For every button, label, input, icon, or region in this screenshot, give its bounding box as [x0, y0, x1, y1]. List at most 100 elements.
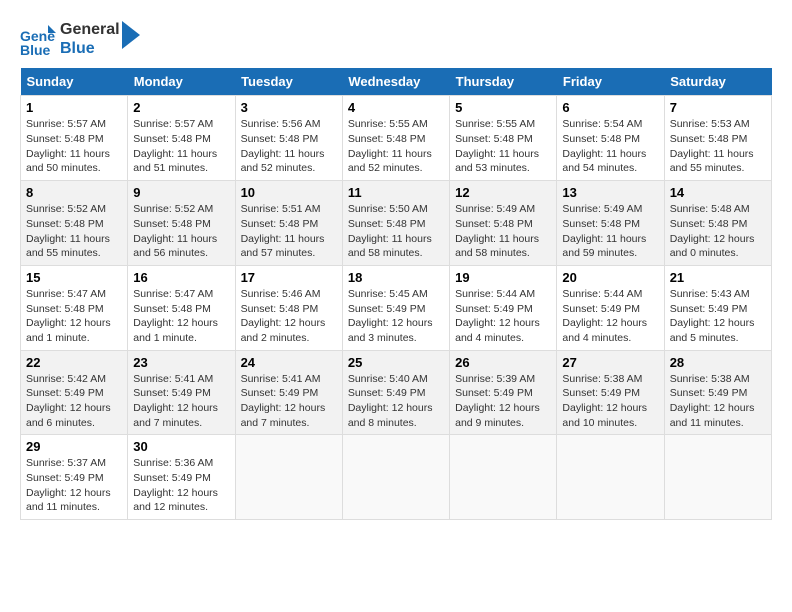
day-number: 21: [670, 270, 766, 285]
day-number: 25: [348, 355, 444, 370]
day-info: Sunrise: 5:44 AM Sunset: 5:49 PM Dayligh…: [455, 287, 551, 346]
day-number: 16: [133, 270, 229, 285]
day-number: 8: [26, 185, 122, 200]
calendar-cell: 27 Sunrise: 5:38 AM Sunset: 5:49 PM Dayli…: [557, 350, 664, 435]
day-info: Sunrise: 5:50 AM Sunset: 5:48 PM Dayligh…: [348, 202, 444, 261]
day-number: 17: [241, 270, 337, 285]
calendar-cell: 5 Sunrise: 5:55 AM Sunset: 5:48 PM Daylig…: [450, 96, 557, 181]
calendar-cell: 16 Sunrise: 5:47 AM Sunset: 5:48 PM Dayli…: [128, 265, 235, 350]
day-number: 26: [455, 355, 551, 370]
calendar-cell: 14 Sunrise: 5:48 AM Sunset: 5:48 PM Dayli…: [664, 181, 771, 266]
day-info: Sunrise: 5:36 AM Sunset: 5:49 PM Dayligh…: [133, 456, 229, 515]
calendar-table: SundayMondayTuesdayWednesdayThursdayFrid…: [20, 68, 772, 520]
calendar-cell: 4 Sunrise: 5:55 AM Sunset: 5:48 PM Daylig…: [342, 96, 449, 181]
logo: General Blue General Blue: [20, 20, 140, 58]
logo-arrow-icon: [122, 21, 140, 49]
day-number: 14: [670, 185, 766, 200]
day-info: Sunrise: 5:57 AM Sunset: 5:48 PM Dayligh…: [26, 117, 122, 176]
day-info: Sunrise: 5:41 AM Sunset: 5:49 PM Dayligh…: [241, 372, 337, 431]
day-number: 10: [241, 185, 337, 200]
calendar-cell: 30 Sunrise: 5:36 AM Sunset: 5:49 PM Dayli…: [128, 435, 235, 520]
calendar-cell: 12 Sunrise: 5:49 AM Sunset: 5:48 PM Dayli…: [450, 181, 557, 266]
calendar-cell: 19 Sunrise: 5:44 AM Sunset: 5:49 PM Dayli…: [450, 265, 557, 350]
day-info: Sunrise: 5:47 AM Sunset: 5:48 PM Dayligh…: [26, 287, 122, 346]
calendar-cell: 25 Sunrise: 5:40 AM Sunset: 5:49 PM Dayli…: [342, 350, 449, 435]
calendar-cell: 8 Sunrise: 5:52 AM Sunset: 5:48 PM Daylig…: [21, 181, 128, 266]
calendar-cell: 18 Sunrise: 5:45 AM Sunset: 5:49 PM Dayli…: [342, 265, 449, 350]
column-header-saturday: Saturday: [664, 68, 771, 96]
calendar-cell: 3 Sunrise: 5:56 AM Sunset: 5:48 PM Daylig…: [235, 96, 342, 181]
calendar-cell: 20 Sunrise: 5:44 AM Sunset: 5:49 PM Dayli…: [557, 265, 664, 350]
calendar-cell: 6 Sunrise: 5:54 AM Sunset: 5:48 PM Daylig…: [557, 96, 664, 181]
calendar-cell: [450, 435, 557, 520]
calendar-cell: 17 Sunrise: 5:46 AM Sunset: 5:48 PM Dayli…: [235, 265, 342, 350]
day-number: 11: [348, 185, 444, 200]
column-header-wednesday: Wednesday: [342, 68, 449, 96]
day-info: Sunrise: 5:49 AM Sunset: 5:48 PM Dayligh…: [455, 202, 551, 261]
calendar-cell: 1 Sunrise: 5:57 AM Sunset: 5:48 PM Daylig…: [21, 96, 128, 181]
day-info: Sunrise: 5:45 AM Sunset: 5:49 PM Dayligh…: [348, 287, 444, 346]
day-number: 19: [455, 270, 551, 285]
column-header-thursday: Thursday: [450, 68, 557, 96]
logo-icon: General Blue: [20, 21, 56, 57]
day-number: 23: [133, 355, 229, 370]
day-info: Sunrise: 5:39 AM Sunset: 5:49 PM Dayligh…: [455, 372, 551, 431]
day-number: 24: [241, 355, 337, 370]
day-info: Sunrise: 5:42 AM Sunset: 5:49 PM Dayligh…: [26, 372, 122, 431]
day-info: Sunrise: 5:40 AM Sunset: 5:49 PM Dayligh…: [348, 372, 444, 431]
day-number: 3: [241, 100, 337, 115]
calendar-cell: 13Sunrise: 5:49 AM Sunset: 5:48 PM Dayli…: [557, 181, 664, 266]
calendar-cell: 21 Sunrise: 5:43 AM Sunset: 5:49 PM Dayli…: [664, 265, 771, 350]
day-info: Sunrise: 5:38 AM Sunset: 5:49 PM Dayligh…: [562, 372, 658, 431]
day-number: 13: [562, 185, 658, 200]
calendar-cell: [664, 435, 771, 520]
day-number: 29: [26, 439, 122, 454]
day-info: Sunrise: 5:47 AM Sunset: 5:48 PM Dayligh…: [133, 287, 229, 346]
day-number: 15: [26, 270, 122, 285]
day-number: 18: [348, 270, 444, 285]
day-info: Sunrise: 5:38 AM Sunset: 5:49 PM Dayligh…: [670, 372, 766, 431]
calendar-cell: 9 Sunrise: 5:52 AM Sunset: 5:48 PM Daylig…: [128, 181, 235, 266]
calendar-cell: 24 Sunrise: 5:41 AM Sunset: 5:49 PM Dayli…: [235, 350, 342, 435]
day-number: 5: [455, 100, 551, 115]
day-number: 12: [455, 185, 551, 200]
calendar-cell: 10Sunrise: 5:51 AM Sunset: 5:48 PM Dayli…: [235, 181, 342, 266]
day-number: 7: [670, 100, 766, 115]
header-row: SundayMondayTuesdayWednesdayThursdayFrid…: [21, 68, 772, 96]
calendar-cell: 2Sunrise: 5:57 AM Sunset: 5:48 PM Daylig…: [128, 96, 235, 181]
calendar-cell: 7 Sunrise: 5:53 AM Sunset: 5:48 PM Daylig…: [664, 96, 771, 181]
logo-general: General: [60, 20, 120, 39]
week-row-1: 1 Sunrise: 5:57 AM Sunset: 5:48 PM Daylig…: [21, 96, 772, 181]
day-info: Sunrise: 5:56 AM Sunset: 5:48 PM Dayligh…: [241, 117, 337, 176]
calendar-cell: [557, 435, 664, 520]
logo-blue: Blue: [60, 39, 120, 58]
column-header-monday: Monday: [128, 68, 235, 96]
day-info: Sunrise: 5:48 AM Sunset: 5:48 PM Dayligh…: [670, 202, 766, 261]
day-info: Sunrise: 5:52 AM Sunset: 5:48 PM Dayligh…: [26, 202, 122, 261]
day-info: Sunrise: 5:44 AM Sunset: 5:49 PM Dayligh…: [562, 287, 658, 346]
column-header-sunday: Sunday: [21, 68, 128, 96]
calendar-cell: 29 Sunrise: 5:37 AM Sunset: 5:49 PM Dayli…: [21, 435, 128, 520]
calendar-cell: 28 Sunrise: 5:38 AM Sunset: 5:49 PM Dayli…: [664, 350, 771, 435]
day-number: 6: [562, 100, 658, 115]
day-number: 27: [562, 355, 658, 370]
calendar-cell: 23Sunrise: 5:41 AM Sunset: 5:49 PM Dayli…: [128, 350, 235, 435]
day-number: 22: [26, 355, 122, 370]
day-info: Sunrise: 5:43 AM Sunset: 5:49 PM Dayligh…: [670, 287, 766, 346]
day-info: Sunrise: 5:54 AM Sunset: 5:48 PM Dayligh…: [562, 117, 658, 176]
calendar-cell: 15 Sunrise: 5:47 AM Sunset: 5:48 PM Dayli…: [21, 265, 128, 350]
day-info: Sunrise: 5:52 AM Sunset: 5:48 PM Dayligh…: [133, 202, 229, 261]
day-number: 28: [670, 355, 766, 370]
week-row-4: 22 Sunrise: 5:42 AM Sunset: 5:49 PM Dayli…: [21, 350, 772, 435]
day-info: Sunrise: 5:55 AM Sunset: 5:48 PM Dayligh…: [348, 117, 444, 176]
calendar-cell: 22 Sunrise: 5:42 AM Sunset: 5:49 PM Dayli…: [21, 350, 128, 435]
day-info: Sunrise: 5:53 AM Sunset: 5:48 PM Dayligh…: [670, 117, 766, 176]
day-number: 4: [348, 100, 444, 115]
day-info: Sunrise: 5:37 AM Sunset: 5:49 PM Dayligh…: [26, 456, 122, 515]
day-number: 1: [26, 100, 122, 115]
day-info: Sunrise: 5:55 AM Sunset: 5:48 PM Dayligh…: [455, 117, 551, 176]
day-number: 20: [562, 270, 658, 285]
day-number: 9: [133, 185, 229, 200]
day-info: Sunrise: 5:46 AM Sunset: 5:48 PM Dayligh…: [241, 287, 337, 346]
day-number: 30: [133, 439, 229, 454]
